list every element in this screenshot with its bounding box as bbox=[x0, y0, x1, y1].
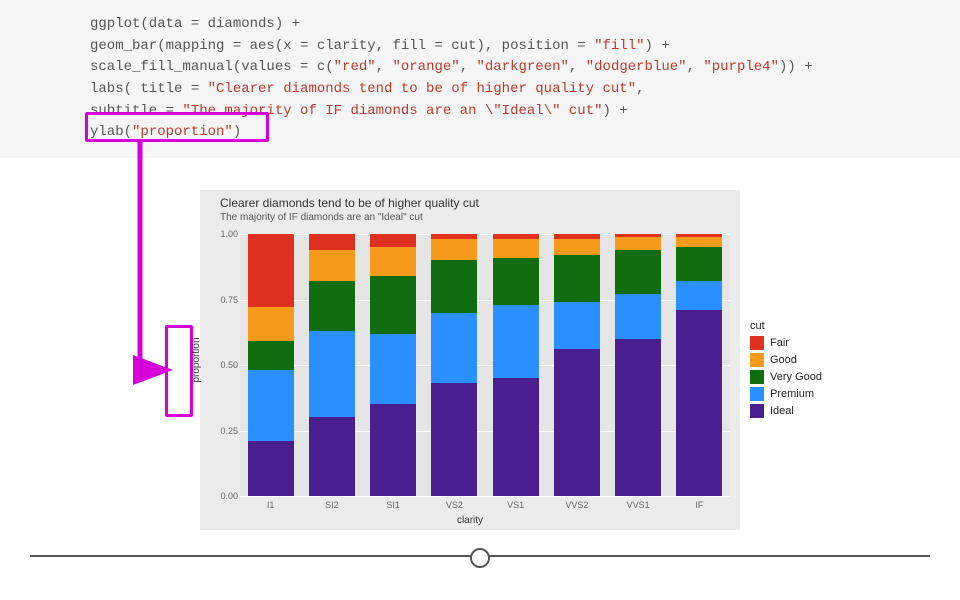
bar-segment bbox=[248, 441, 294, 496]
bar-segment bbox=[248, 370, 294, 441]
x-tick: VVS2 bbox=[565, 500, 588, 510]
x-tick: VS2 bbox=[446, 500, 463, 510]
bar-segment bbox=[493, 239, 539, 257]
code-line: ggplot(data = diamonds) + bbox=[90, 16, 300, 32]
legend-label: Ideal bbox=[770, 405, 794, 417]
bar-segment bbox=[676, 247, 722, 281]
y-tick: 0.25 bbox=[220, 426, 238, 436]
bar-segment bbox=[676, 310, 722, 496]
ggplot-figure: Clearer diamonds tend to be of higher qu… bbox=[200, 190, 740, 530]
legend-label: Fair bbox=[770, 337, 789, 349]
legend-swatch bbox=[750, 404, 764, 418]
plot-subtitle: The majority of IF diamonds are an "Idea… bbox=[220, 212, 423, 223]
x-axis-label: clarity bbox=[457, 515, 483, 526]
code-string: "fill" bbox=[594, 38, 644, 54]
bar-segment bbox=[248, 307, 294, 341]
bar-segment bbox=[370, 334, 416, 405]
plot-panel bbox=[240, 234, 730, 496]
x-tick: VVS1 bbox=[627, 500, 650, 510]
bar-segment bbox=[309, 234, 355, 250]
y-tick: 1.00 bbox=[220, 229, 238, 239]
bar-segment bbox=[431, 313, 477, 384]
slide-separator-knob bbox=[470, 548, 490, 568]
x-tick: I1 bbox=[267, 500, 275, 510]
bar-segment bbox=[493, 378, 539, 496]
bar-segment bbox=[554, 349, 600, 496]
legend-label: Very Good bbox=[770, 371, 822, 383]
bar-segment bbox=[248, 234, 294, 307]
bar-segment bbox=[431, 383, 477, 496]
bar-VVS1 bbox=[615, 234, 661, 496]
bar-segment bbox=[615, 237, 661, 250]
bar-VS2 bbox=[431, 234, 477, 496]
y-tick: 0.00 bbox=[220, 491, 238, 501]
legend-label: Good bbox=[770, 354, 797, 366]
legend-title: cut bbox=[750, 320, 822, 332]
bar-VVS2 bbox=[554, 234, 600, 496]
y-tick: 0.50 bbox=[220, 360, 238, 370]
x-tick: SI1 bbox=[386, 500, 400, 510]
bar-segment bbox=[554, 302, 600, 349]
x-tick: VS1 bbox=[507, 500, 524, 510]
bar-segment bbox=[615, 294, 661, 339]
bar-segment bbox=[370, 404, 416, 496]
bar-segment bbox=[493, 305, 539, 378]
x-tick: SI2 bbox=[325, 500, 339, 510]
legend-item: Fair bbox=[750, 336, 822, 350]
bar-segment bbox=[309, 250, 355, 281]
bar-segment bbox=[370, 234, 416, 247]
bar-segment bbox=[615, 250, 661, 295]
bar-segment bbox=[370, 247, 416, 276]
bar-SI2 bbox=[309, 234, 355, 496]
y-axis-label: proportion bbox=[191, 337, 202, 382]
legend-swatch bbox=[750, 353, 764, 367]
legend-swatch bbox=[750, 336, 764, 350]
bar-IF bbox=[676, 234, 722, 496]
bar-segment bbox=[615, 339, 661, 496]
legend-swatch bbox=[750, 370, 764, 384]
bar-segment bbox=[309, 281, 355, 331]
bar-SI1 bbox=[370, 234, 416, 496]
bar-segment bbox=[676, 281, 722, 310]
bar-segment bbox=[309, 331, 355, 417]
legend-swatch bbox=[750, 387, 764, 401]
bar-segment bbox=[309, 417, 355, 496]
legend-item: Premium bbox=[750, 387, 822, 401]
bar-VS1 bbox=[493, 234, 539, 496]
legend-item: Good bbox=[750, 353, 822, 367]
bar-segment bbox=[493, 258, 539, 305]
legend-item: Ideal bbox=[750, 404, 822, 418]
x-tick: IF bbox=[695, 500, 703, 510]
bar-segment bbox=[431, 239, 477, 260]
bar-segment bbox=[554, 239, 600, 255]
bar-segment bbox=[370, 276, 416, 334]
plot-title: Clearer diamonds tend to be of higher qu… bbox=[220, 196, 479, 210]
bar-segment bbox=[248, 341, 294, 370]
code-block: ggplot(data = diamonds) + geom_bar(mappi… bbox=[0, 0, 960, 158]
legend-label: Premium bbox=[770, 388, 814, 400]
legend-item: Very Good bbox=[750, 370, 822, 384]
bar-segment bbox=[676, 237, 722, 247]
y-tick: 0.75 bbox=[220, 295, 238, 305]
bar-segment bbox=[431, 260, 477, 312]
bar-I1 bbox=[248, 234, 294, 496]
code-line: geom_bar(mapping = aes(x = clarity, fill… bbox=[90, 38, 594, 54]
bar-segment bbox=[554, 255, 600, 302]
legend: cut Fair Good Very Good Premium Ideal bbox=[750, 320, 822, 421]
gridline bbox=[240, 496, 730, 497]
